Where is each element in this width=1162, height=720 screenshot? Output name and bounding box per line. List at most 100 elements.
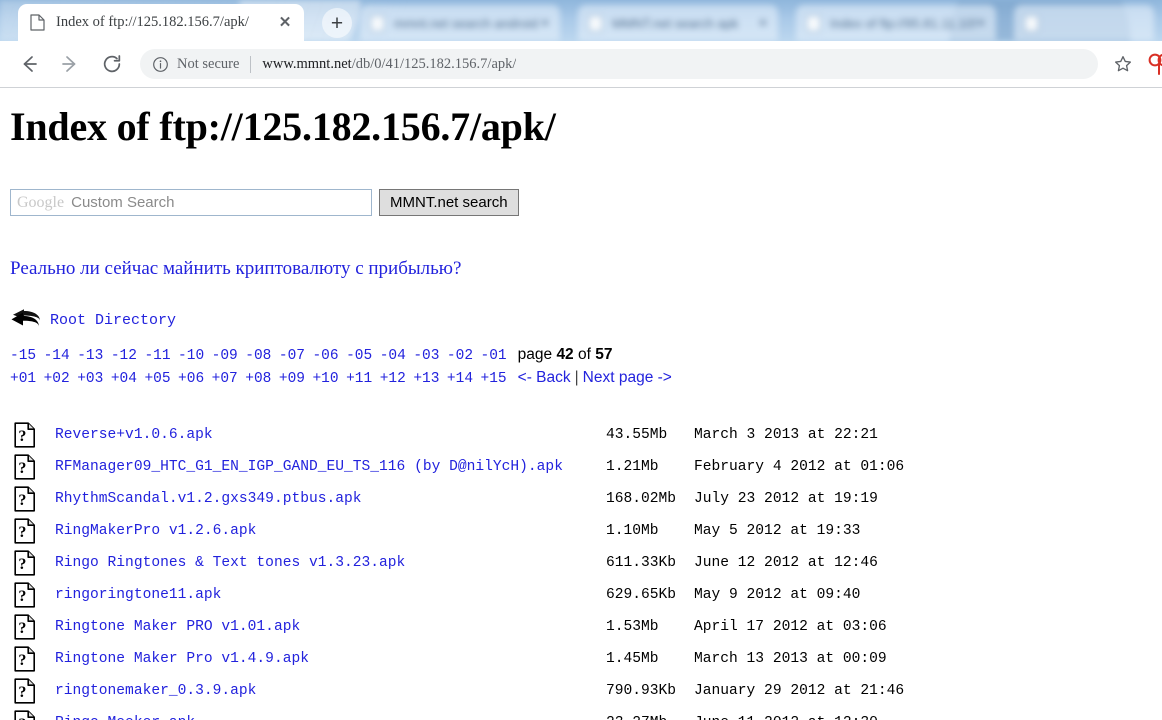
browser-toolbar: Not secure www.mmnt.net/db/0/41/125.182.…	[0, 41, 1162, 88]
file-row: ? Ringtone Maker PRO v1.01.apk 1.53Mb April…	[10, 614, 1152, 647]
file-row: ? Reverse+v1.0.6.apk 43.55Mb March 3 2013 a…	[10, 422, 1152, 455]
next-page-link[interactable]: Next page ->	[583, 369, 672, 386]
page-number-link[interactable]: -12	[111, 348, 137, 364]
page-number-link[interactable]: +03	[77, 371, 103, 387]
page-number-link[interactable]: -03	[413, 348, 439, 364]
page-number-link[interactable]: -14	[44, 348, 70, 364]
page-number-link[interactable]: -05	[346, 348, 372, 364]
close-icon[interactable]: ✕	[540, 16, 550, 30]
close-icon[interactable]: ✕	[976, 16, 986, 30]
page-number-link[interactable]: -08	[245, 348, 271, 364]
omnibox-divider	[250, 55, 252, 73]
file-size: 629.65Kb	[606, 587, 677, 603]
back-button[interactable]	[11, 46, 47, 82]
root-directory-link[interactable]: Root Directory	[50, 312, 176, 329]
root-directory-row: Root Directory	[10, 307, 1152, 333]
file-name-link[interactable]: ringtonemaker_0.3.9.apk	[55, 683, 256, 699]
new-tab-button[interactable]: +	[322, 8, 352, 38]
page-number-link[interactable]: -09	[212, 348, 238, 364]
search-placeholder: Custom Search	[71, 194, 175, 211]
info-circle-icon[interactable]	[152, 56, 169, 73]
unknown-file-icon: ?	[14, 550, 36, 576]
unknown-file-icon: ?	[14, 582, 36, 608]
star-icon	[1115, 56, 1131, 72]
file-name-link[interactable]: RingMakerPro v1.2.6.apk	[55, 523, 256, 539]
file-size: 1.45Mb	[606, 651, 659, 667]
page-number-link[interactable]: +02	[44, 371, 70, 387]
mmnt-search-button[interactable]: MMNT.net search	[379, 189, 519, 216]
file-name-link[interactable]: Ringo Ringtones & Text tones v1.3.23.apk	[55, 555, 405, 571]
file-date: June 11 2012 at 12:30	[694, 715, 878, 720]
tab-strip: mmnt.net search android ✕ MMNT.net searc…	[0, 0, 1162, 41]
background-tab-4[interactable]	[1014, 5, 1154, 41]
file-name-link[interactable]: RhythmScandal.v1.2.gxs349.ptbus.apk	[55, 491, 362, 507]
background-tab-1[interactable]: mmnt.net search android ✕	[360, 5, 560, 41]
url-path: /db/0/41/125.182.156.7/apk/	[351, 55, 517, 72]
file-date: May 9 2012 at 09:40	[694, 587, 861, 603]
back-page-link[interactable]: <- Back	[518, 369, 571, 386]
page-number-link[interactable]: +14	[447, 371, 473, 387]
file-size: 1.21Mb	[606, 459, 659, 475]
background-tab-3[interactable]: Index of ftp://95.81.11.105.ru ✕	[796, 5, 996, 41]
background-tab-2[interactable]: MMNT.net search apk ✕	[578, 5, 778, 41]
active-tab[interactable]: Index of ftp://125.182.156.7/apk/ ✕	[18, 4, 304, 41]
file-name-link[interactable]: ringoringtone11.apk	[55, 587, 221, 603]
page-number-link[interactable]: -11	[144, 348, 170, 364]
page-number-link[interactable]: -06	[312, 348, 338, 364]
page-number-link[interactable]: -13	[77, 348, 103, 364]
svg-text:?: ?	[18, 684, 26, 701]
reload-button[interactable]	[94, 46, 130, 82]
search-input[interactable]: Google Custom Search	[10, 189, 372, 216]
page-number-link[interactable]: -01	[481, 348, 507, 364]
page-number-link[interactable]: -02	[447, 348, 473, 364]
security-status-label: Not secure	[177, 55, 240, 72]
close-icon[interactable]: ✕	[274, 12, 296, 34]
page-number-link[interactable]: +05	[144, 371, 170, 387]
unknown-file-icon: ?	[14, 710, 36, 720]
page-number-link[interactable]: -10	[178, 348, 204, 364]
file-name-link[interactable]: Reverse+v1.0.6.apk	[55, 427, 213, 443]
unknown-file-icon: ?	[14, 454, 36, 480]
file-date: July 23 2012 at 19:19	[694, 491, 878, 507]
extension-icon	[1148, 53, 1162, 75]
page-title: Index of ftp://125.182.156.7/apk/	[10, 104, 556, 149]
page-number-link[interactable]: +01	[10, 371, 36, 387]
page-number-link[interactable]: +09	[279, 371, 305, 387]
file-name-link[interactable]: Ringtone Maker PRO v1.01.apk	[55, 619, 300, 635]
file-row: ? Ringtone Maker Pro v1.4.9.apk 1.45Mb Marc…	[10, 646, 1152, 679]
ftp-index-page: Index of ftp://125.182.156.7/apk/ Google…	[0, 104, 1162, 720]
total-page-number: 57	[595, 346, 613, 363]
page-number-link[interactable]: +13	[413, 371, 439, 387]
forward-button[interactable]	[52, 46, 88, 82]
page-number-link[interactable]: -04	[380, 348, 406, 364]
page-number-link[interactable]: +07	[212, 371, 238, 387]
page-viewport: Index of ftp://125.182.156.7/apk/ Google…	[0, 88, 1162, 720]
page-number-link[interactable]: +11	[346, 371, 372, 387]
promo-link[interactable]: Реально ли сейчас майнить криптовалюту с…	[10, 258, 1152, 280]
file-name-link[interactable]: Ringo Meeker.apk	[55, 715, 195, 720]
page-number-link[interactable]: +15	[481, 371, 507, 387]
extension-button[interactable]	[1144, 49, 1162, 79]
reload-icon	[103, 55, 121, 73]
svg-text:?: ?	[18, 428, 26, 445]
page-number-link[interactable]: -15	[10, 348, 36, 364]
page-number-link[interactable]: -07	[279, 348, 305, 364]
bookmark-button[interactable]	[1106, 47, 1140, 81]
pagination-separator: |	[574, 369, 579, 386]
arrow-right-icon	[62, 56, 76, 72]
file-size: 23.27Mb	[606, 715, 667, 720]
file-row: ? RFManager09_HTC_G1_EN_IGP_GAND_EU_TS_11…	[10, 454, 1152, 487]
close-icon[interactable]: ✕	[758, 16, 768, 30]
page-number-link[interactable]: +10	[312, 371, 338, 387]
page-icon	[370, 14, 385, 32]
unknown-file-icon: ?	[14, 646, 36, 672]
page-number-link[interactable]: +08	[245, 371, 271, 387]
svg-text:?: ?	[18, 524, 26, 541]
page-number-link[interactable]: +04	[111, 371, 137, 387]
file-name-link[interactable]: RFManager09_HTC_G1_EN_IGP_GAND_EU_TS_116…	[55, 459, 563, 475]
address-bar[interactable]: Not secure www.mmnt.net/db/0/41/125.182.…	[140, 49, 1098, 79]
page-number-link[interactable]: +06	[178, 371, 204, 387]
svg-text:?: ?	[18, 716, 26, 720]
file-name-link[interactable]: Ringtone Maker Pro v1.4.9.apk	[55, 651, 309, 667]
page-number-link[interactable]: +12	[380, 371, 406, 387]
